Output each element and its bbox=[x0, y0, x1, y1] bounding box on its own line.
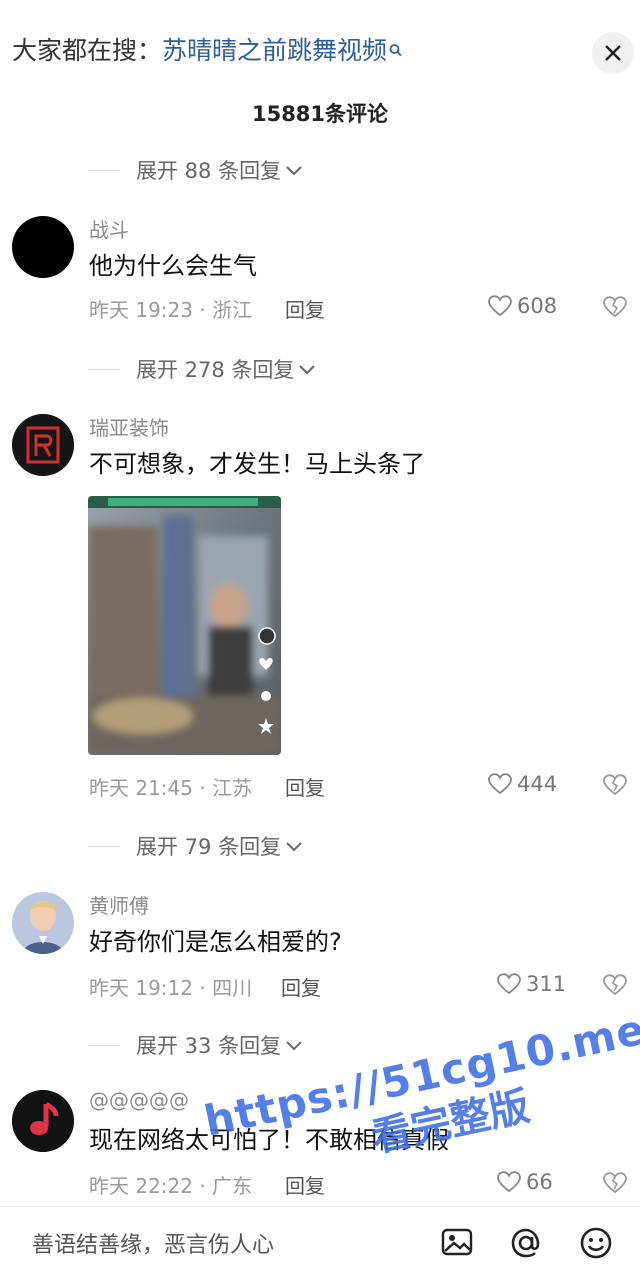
broken-heart-icon bbox=[603, 974, 627, 996]
chevron-down-icon bbox=[285, 834, 303, 858]
close-icon bbox=[605, 45, 621, 61]
trending-search-label: 大家都在搜： bbox=[12, 36, 163, 65]
dislike-button[interactable] bbox=[602, 974, 628, 1000]
like-count: 444 bbox=[517, 772, 558, 796]
comment-text: 他为什么会生气 bbox=[89, 252, 257, 280]
reply-button[interactable]: 回复 bbox=[285, 294, 325, 323]
trending-search-keyword[interactable]: 苏晴晴之前跳舞视频 bbox=[162, 36, 387, 65]
like-button[interactable]: 311 bbox=[497, 972, 566, 996]
reply-button[interactable]: 回复 bbox=[285, 1170, 325, 1199]
comment-meta: 昨天 19:12 · 四川 bbox=[89, 976, 253, 1000]
like-button[interactable]: 66 bbox=[497, 1170, 553, 1194]
emoji-icon bbox=[580, 1227, 612, 1259]
broken-heart-icon bbox=[603, 296, 627, 318]
comment-username[interactable]: @@@@@ bbox=[89, 1088, 189, 1112]
comment-meta: 昨天 22:22 · 广东 bbox=[89, 1174, 253, 1198]
heart-icon bbox=[488, 295, 512, 317]
comment-meta: 昨天 21:45 · 江苏 bbox=[89, 776, 253, 800]
expand-replies-button[interactable]: 展开 278 条回复 bbox=[88, 354, 316, 384]
expand-replies-button[interactable]: 展开 88 条回复 bbox=[88, 155, 303, 185]
divider bbox=[88, 368, 120, 370]
trending-search[interactable]: 大家都在搜：苏晴晴之前跳舞视频 bbox=[12, 34, 403, 68]
header: 大家都在搜：苏晴晴之前跳舞视频 15881条评论 bbox=[0, 0, 640, 126]
comment-username[interactable]: 瑞亚装饰 bbox=[89, 412, 169, 441]
comment-text: 不可想象，才发生！马上头条了 bbox=[89, 450, 425, 478]
heart-icon bbox=[497, 973, 521, 995]
divider bbox=[88, 1044, 120, 1046]
comment-username[interactable]: 黄师傅 bbox=[89, 890, 149, 919]
emoji-button[interactable] bbox=[578, 1225, 614, 1265]
like-count: 66 bbox=[526, 1170, 553, 1194]
comment-input[interactable] bbox=[12, 1221, 452, 1269]
heart-icon bbox=[497, 1171, 521, 1193]
expand-replies-label: 展开 79 条回复 bbox=[136, 835, 282, 859]
comment-count: 15881条评论 bbox=[251, 102, 389, 126]
like-button[interactable]: 608 bbox=[488, 294, 557, 318]
like-button[interactable]: 444 bbox=[488, 772, 557, 796]
comment-username[interactable]: 战斗 bbox=[89, 214, 129, 243]
expand-replies-label: 展开 278 条回复 bbox=[136, 358, 295, 382]
comment-image[interactable] bbox=[88, 496, 281, 755]
like-count: 311 bbox=[526, 972, 567, 996]
expand-replies-label: 展开 33 条回复 bbox=[136, 1034, 282, 1058]
image-icon bbox=[441, 1228, 473, 1256]
expand-replies-label: 展开 88 条回复 bbox=[136, 159, 282, 183]
at-icon bbox=[511, 1228, 540, 1258]
search-icon bbox=[389, 34, 403, 68]
broken-heart-icon bbox=[603, 1172, 627, 1194]
like-count: 608 bbox=[517, 294, 558, 318]
broken-heart-icon bbox=[603, 774, 627, 796]
comment-text: 现在网络太可怕了！不敢相信真假 bbox=[89, 1126, 449, 1154]
divider bbox=[88, 169, 120, 171]
image-picker-button[interactable] bbox=[440, 1225, 474, 1263]
dislike-button[interactable] bbox=[602, 774, 628, 800]
expand-replies-button[interactable]: 展开 33 条回复 bbox=[88, 1030, 303, 1060]
reply-button[interactable]: 回复 bbox=[285, 772, 325, 801]
comment-text: 好奇你们是怎么相爱的? bbox=[89, 928, 342, 956]
comments-sheet: 大家都在搜：苏晴晴之前跳舞视频 15881条评论 展开 88 条回复 战斗 他为… bbox=[0, 0, 640, 1280]
divider bbox=[88, 845, 120, 847]
heart-icon bbox=[488, 773, 512, 795]
reply-button[interactable]: 回复 bbox=[281, 972, 321, 1001]
chevron-down-icon bbox=[285, 158, 303, 182]
avatar[interactable] bbox=[12, 216, 74, 278]
comment-input-bar bbox=[0, 1206, 640, 1280]
chevron-down-icon bbox=[285, 1033, 303, 1057]
expand-replies-button[interactable]: 展开 79 条回复 bbox=[88, 831, 303, 861]
mention-button[interactable] bbox=[508, 1225, 544, 1265]
avatar[interactable] bbox=[12, 892, 74, 954]
dislike-button[interactable] bbox=[602, 296, 628, 322]
dislike-button[interactable] bbox=[602, 1172, 628, 1198]
avatar[interactable] bbox=[12, 1090, 74, 1152]
comment-meta: 昨天 19:23 · 浙江 bbox=[89, 298, 253, 322]
music-note-icon bbox=[12, 1090, 74, 1152]
avatar[interactable] bbox=[12, 414, 74, 476]
close-button[interactable] bbox=[592, 32, 634, 74]
chevron-down-icon bbox=[298, 357, 316, 381]
r-logo-icon bbox=[12, 414, 74, 476]
